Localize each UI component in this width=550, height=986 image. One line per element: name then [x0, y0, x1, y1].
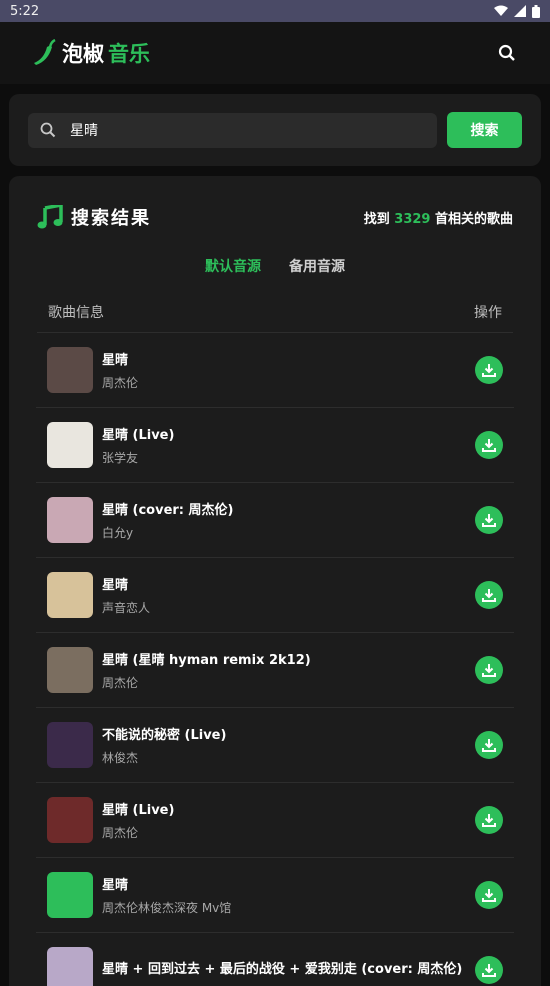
song-row[interactable]: 星晴 + 回到过去 + 最后的战役 + 爱我别走 (cover: 周杰伦): [36, 933, 514, 986]
album-cover: [47, 797, 93, 843]
search-box[interactable]: [28, 112, 437, 148]
song-row[interactable]: 星晴周杰伦林俊杰深夜 Mv馆: [36, 858, 514, 933]
pepper-icon: [34, 39, 56, 65]
column-action: 操作: [474, 305, 502, 321]
song-title: 星晴 (Live): [102, 428, 175, 443]
song-title: 不能说的秘密 (Live): [102, 728, 227, 743]
album-cover: [47, 647, 93, 693]
status-icons: [494, 4, 540, 18]
album-cover: [47, 422, 93, 468]
app-logo: 泡椒 音乐: [32, 38, 150, 68]
download-button[interactable]: [475, 956, 503, 984]
download-icon: [482, 964, 496, 977]
app-title: 泡椒: [62, 42, 104, 66]
song-title: 星晴 (cover: 周杰伦): [102, 503, 234, 518]
song-row[interactable]: 不能说的秘密 (Live) 林俊杰: [36, 708, 514, 783]
download-icon: [482, 364, 496, 377]
album-cover: [47, 722, 93, 768]
album-cover: [47, 947, 93, 986]
search-card: 搜索: [9, 94, 541, 166]
song-info: 星晴 (cover: 周杰伦) 白允y: [102, 499, 467, 541]
results-count-prefix: 找到: [363, 211, 395, 227]
results-count: 找到 3329 首相关的歌曲: [364, 208, 513, 227]
song-title: 星晴: [102, 878, 129, 893]
results-count-number: 3329: [394, 211, 431, 227]
download-icon: [482, 889, 496, 902]
song-row[interactable]: 星晴 (cover: 周杰伦) 白允y: [36, 483, 514, 558]
song-artist: 周杰伦林俊杰深夜 Mv馆: [102, 901, 232, 915]
download-button[interactable]: [475, 731, 503, 759]
song-info: 星晴 (星晴 hyman remix 2k12) 周杰伦: [102, 649, 467, 691]
search-input[interactable]: [68, 121, 372, 139]
song-title: 星晴: [102, 578, 129, 593]
song-artist: 张学友: [102, 451, 139, 465]
song-row[interactable]: 星晴 (Live) 张学友: [36, 408, 514, 483]
download-icon: [482, 514, 496, 527]
battery-icon: [532, 4, 540, 18]
music-note-icon: [37, 205, 63, 229]
results-title: 搜索结果: [37, 204, 151, 230]
song-info: 星晴 (Live) 张学友: [102, 424, 467, 466]
song-info: 不能说的秘密 (Live) 林俊杰: [102, 724, 467, 766]
download-button[interactable]: [475, 356, 503, 384]
search-button[interactable]: 搜索: [447, 112, 522, 148]
song-list: 星晴 周杰伦 星晴 (Live) 张学友 星晴 (cover: 周杰伦) 白允y 星晴 声音恋…: [36, 333, 514, 986]
status-bar: 5:22: [0, 0, 550, 22]
table-header: 歌曲信息 操作: [37, 298, 513, 333]
song-artist: 林俊杰: [102, 751, 139, 765]
song-info: 星晴 声音恋人: [102, 574, 467, 616]
song-info: 星晴 + 回到过去 + 最后的战役 + 爱我别走 (cover: 周杰伦): [102, 958, 467, 983]
search-icon: [40, 122, 56, 138]
download-icon: [482, 664, 496, 677]
results-card: 搜索结果 找到 3329 首相关的歌曲 默认音源 备用音源 歌曲信息 操作 星晴…: [9, 176, 541, 986]
download-button[interactable]: [475, 656, 503, 684]
song-artist: 周杰伦: [102, 376, 139, 390]
song-info: 星晴 周杰伦: [102, 349, 467, 391]
song-row[interactable]: 星晴 声音恋人: [36, 558, 514, 633]
song-artist: 白允y: [102, 526, 134, 540]
album-cover: [47, 872, 93, 918]
column-song-info: 歌曲信息: [48, 305, 104, 321]
song-info: 星晴周杰伦林俊杰深夜 Mv馆: [102, 874, 467, 916]
download-icon: [482, 739, 496, 752]
album-cover: [47, 347, 93, 393]
app-title-accent: 音乐: [108, 42, 150, 66]
album-cover: [47, 497, 93, 543]
tab-backup-source[interactable]: 备用音源: [289, 256, 345, 276]
song-title: 星晴 (Live): [102, 803, 175, 818]
song-artist: 周杰伦: [102, 826, 139, 840]
download-button[interactable]: [475, 881, 503, 909]
download-icon: [482, 814, 496, 827]
song-row[interactable]: 星晴 (Live) 周杰伦: [36, 783, 514, 858]
song-artist: 周杰伦: [102, 676, 139, 690]
download-icon: [482, 589, 496, 602]
song-row[interactable]: 星晴 (星晴 hyman remix 2k12) 周杰伦: [36, 633, 514, 708]
song-info: 星晴 (Live) 周杰伦: [102, 799, 467, 841]
song-row[interactable]: 星晴 周杰伦: [36, 333, 514, 408]
song-title: 星晴 (星晴 hyman remix 2k12): [102, 653, 311, 668]
app-bar: 泡椒 音乐: [0, 22, 550, 84]
song-title: 星晴 + 回到过去 + 最后的战役 + 爱我别走 (cover: 周杰伦): [102, 961, 463, 977]
wifi-icon: [494, 5, 508, 16]
download-button[interactable]: [475, 431, 503, 459]
results-count-suffix: 首相关的歌曲: [430, 211, 513, 227]
source-tabs: 默认音源 备用音源: [37, 256, 513, 276]
results-title-text: 搜索结果: [71, 208, 151, 229]
status-time: 5:22: [10, 3, 40, 19]
search-icon[interactable]: [498, 44, 516, 62]
signal-icon: [514, 5, 526, 17]
tab-default-source[interactable]: 默认音源: [205, 256, 261, 276]
song-artist: 声音恋人: [102, 601, 151, 615]
song-title: 星晴: [102, 353, 129, 368]
download-button[interactable]: [475, 581, 503, 609]
download-icon: [482, 439, 496, 452]
album-cover: [47, 572, 93, 618]
results-header: 搜索结果 找到 3329 首相关的歌曲: [37, 176, 513, 232]
download-button[interactable]: [475, 806, 503, 834]
download-button[interactable]: [475, 506, 503, 534]
